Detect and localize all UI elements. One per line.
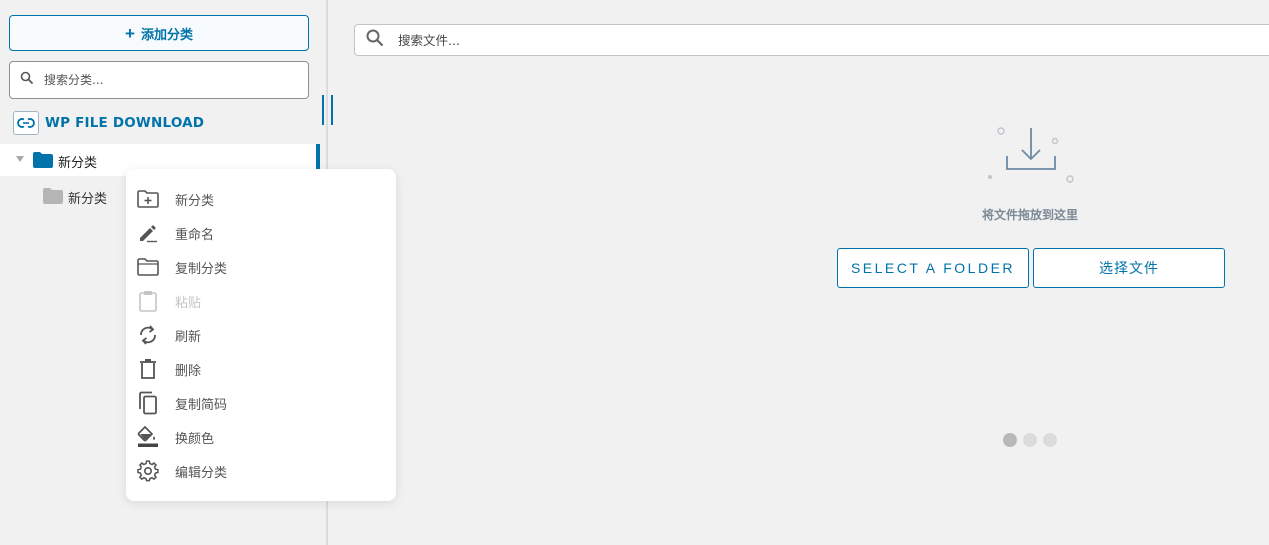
loader-dot [1043, 433, 1057, 447]
brand-header: WP FILE DOWNLOAD [13, 110, 204, 136]
menu-item-label: 删除 [175, 363, 202, 379]
loading-indicator [1003, 433, 1057, 447]
copy-icon [136, 391, 160, 415]
pencil-icon [136, 221, 160, 245]
folder-plus-icon [136, 187, 160, 211]
menu-item-label: 粘贴 [175, 295, 202, 311]
select-folder-button[interactable]: SELECT A FOLDER [837, 248, 1029, 288]
search-icon [366, 29, 384, 51]
menu-item-change-color[interactable]: 换颜色 [126, 420, 396, 454]
menu-item-label: 新分类 [175, 193, 215, 209]
select-files-button[interactable]: 选择文件 [1033, 248, 1225, 288]
loader-dot [1023, 433, 1037, 447]
menu-item-label: 编辑分类 [175, 465, 228, 481]
download-tray-icon [985, 124, 1075, 190]
tree-item-label[interactable]: 新分类 [68, 188, 107, 207]
add-category-button[interactable]: + 添加分类 [9, 15, 309, 51]
category-search-box [9, 61, 309, 99]
category-search-input[interactable] [44, 73, 284, 87]
menu-item-delete[interactable]: 删除 [126, 352, 396, 386]
add-category-label: 添加分类 [140, 26, 193, 42]
plus-icon: + [125, 23, 135, 43]
menu-item-copy-shortcode[interactable]: 复制简码 [126, 386, 396, 420]
file-search-box [354, 24, 1269, 56]
search-icon [20, 71, 34, 89]
menu-item-label: 复制简码 [175, 397, 228, 413]
file-search-input[interactable] [398, 32, 1098, 48]
menu-item-duplicate-category[interactable]: 复制分类 [126, 250, 396, 284]
folder-icon [33, 152, 53, 172]
menu-item-new-category[interactable]: 新分类 [126, 182, 396, 216]
app-root: + 添加分类 WP FILE DOWNLOAD 新分类 新分类 [0, 0, 1269, 545]
menu-item-label: 复制分类 [175, 261, 228, 277]
loader-dot [1003, 433, 1017, 447]
paint-bucket-icon [136, 425, 160, 449]
tree-item-label[interactable]: 新分类 [58, 152, 97, 171]
folder-outline-icon [136, 255, 160, 279]
caret-down-icon[interactable] [16, 156, 24, 162]
menu-item-rename[interactable]: 重命名 [126, 216, 396, 250]
clipboard-icon [136, 289, 160, 313]
refresh-icon [136, 323, 160, 347]
menu-item-edit-category[interactable]: 编辑分类 [126, 454, 396, 488]
menu-item-label: 换颜色 [175, 431, 215, 447]
category-context-menu: 新分类 重命名 复制分类 粘贴 刷新 删除 复制简码 换颜色 编辑分类 [126, 169, 396, 501]
drop-zone-text: 将文件拖放到这里 [981, 208, 1078, 222]
menu-item-paste[interactable]: 粘贴 [126, 284, 396, 318]
wp-file-download-logo-icon [13, 111, 39, 135]
menu-item-label: 刷新 [175, 329, 202, 345]
menu-item-label: 重命名 [175, 227, 215, 243]
menu-item-refresh[interactable]: 刷新 [126, 318, 396, 352]
gear-icon [136, 459, 160, 483]
folder-icon [43, 188, 63, 208]
brand-name: WP FILE DOWNLOAD [45, 115, 205, 131]
file-main-area: 将文件拖放到这里 SELECT A FOLDER 选择文件 [330, 0, 1269, 545]
trash-icon [136, 357, 160, 381]
